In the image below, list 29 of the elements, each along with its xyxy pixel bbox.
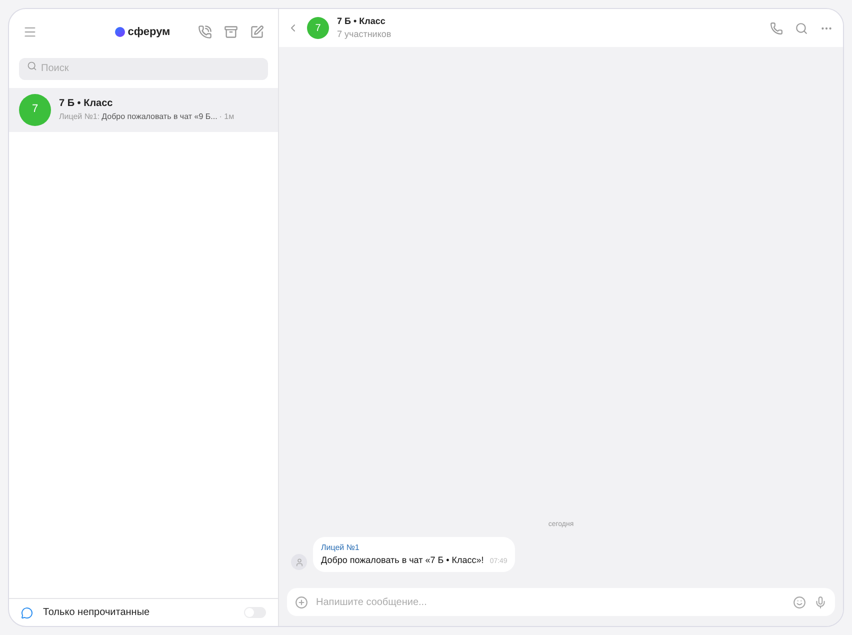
chat-preview: Добро пожаловать в чат «9 Б...: [102, 111, 218, 123]
phone-call-icon[interactable]: [198, 25, 212, 39]
chat-list-item[interactable]: 7 7 Б • Класс Лицей №1: Добро пожаловать в чат «9 Б... · 1м: [9, 88, 278, 132]
message-input[interactable]: Напишите сообщение...: [316, 594, 785, 610]
chat-member-count: 7 участников: [337, 28, 392, 41]
search-icon: [27, 61, 37, 71]
microphone-icon[interactable]: [814, 596, 827, 608]
unread-filter-label: Только непрочитанные: [43, 606, 151, 620]
chat-avatar: 7: [19, 94, 51, 126]
chat-bubble-icon: [21, 606, 33, 618]
message-sender: Лицей №1: [321, 542, 360, 554]
compose-icon[interactable]: [250, 25, 264, 39]
menu-icon[interactable]: [23, 25, 37, 39]
chat-header-title: 7 Б • Класс: [337, 14, 386, 28]
chat-time: · 1м: [219, 111, 234, 123]
message-composer[interactable]: Напишите сообщение...: [287, 588, 835, 616]
archive-icon[interactable]: [224, 25, 238, 39]
emoji-icon[interactable]: [793, 596, 806, 608]
search-icon[interactable]: [795, 22, 808, 34]
sender-avatar: [291, 554, 307, 570]
chat-title: 7 Б • Класс: [59, 97, 114, 111]
chat-avatar: 7: [307, 17, 329, 39]
chat-sender: Лицей №1:: [59, 111, 100, 123]
logo-icon: [114, 27, 125, 37]
phone-icon[interactable]: [770, 22, 783, 34]
search-field[interactable]: Поиск: [19, 58, 268, 80]
message-text: Добро пожаловать в чат «7 Б • Класс»!: [321, 554, 484, 567]
logo-text: сферум: [128, 24, 170, 40]
add-icon[interactable]: [295, 596, 308, 608]
